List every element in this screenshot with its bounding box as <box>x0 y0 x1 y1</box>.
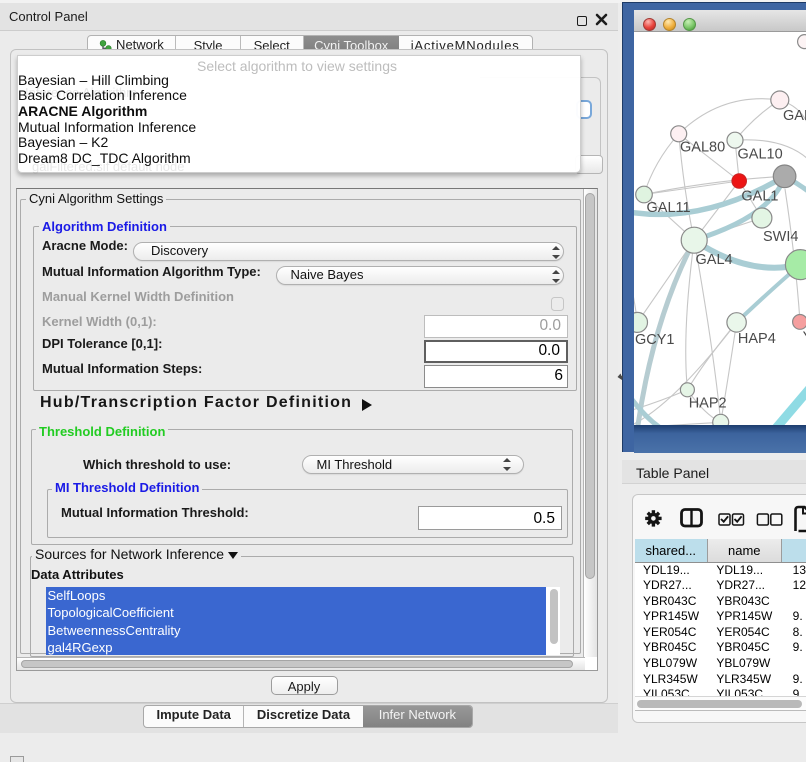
svg-text:GAL4: GAL4 <box>695 252 732 268</box>
svg-text:GAL: GAL <box>783 108 806 124</box>
svg-text:GAL1: GAL1 <box>741 188 778 204</box>
svg-text:Y: Y <box>802 330 806 346</box>
svg-text:GCY1: GCY1 <box>635 332 675 348</box>
svg-text:GAL10: GAL10 <box>737 146 782 162</box>
svg-text:GAL80: GAL80 <box>680 139 725 155</box>
svg-text:SWI4: SWI4 <box>763 229 798 245</box>
svg-text:HAP4: HAP4 <box>737 331 775 347</box>
svg-text:HAP2: HAP2 <box>688 396 726 412</box>
svg-text:GAL11: GAL11 <box>646 200 690 216</box>
